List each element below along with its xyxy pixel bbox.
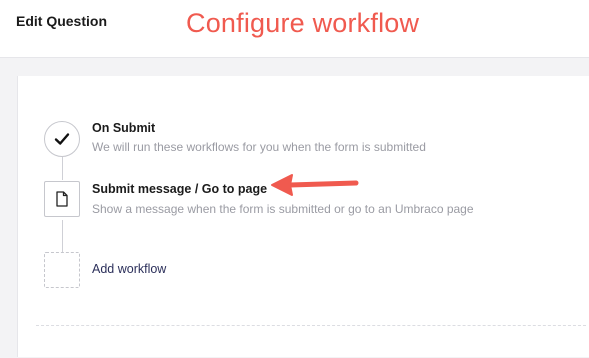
step-on-submit-title: On Submit <box>92 121 156 135</box>
add-workflow-placeholder[interactable] <box>44 252 80 288</box>
add-workflow-link[interactable]: Add workflow <box>92 262 166 276</box>
document-icon[interactable] <box>44 181 80 217</box>
step-on-submit-description: We will run these workflows for you when… <box>92 140 426 154</box>
annotation-arrow-icon <box>271 174 359 196</box>
workflow-card <box>17 76 589 357</box>
dashed-divider <box>36 325 586 326</box>
checkmark-icon <box>44 121 80 157</box>
connector-line <box>62 220 63 252</box>
annotation-title: Configure workflow <box>186 8 420 38</box>
step-submit-message-title[interactable]: Submit message / Go to page <box>92 182 267 196</box>
page-title: Edit Question <box>16 13 107 29</box>
step-submit-message-description: Show a message when the form is submitte… <box>92 202 474 216</box>
connector-line <box>62 157 63 180</box>
